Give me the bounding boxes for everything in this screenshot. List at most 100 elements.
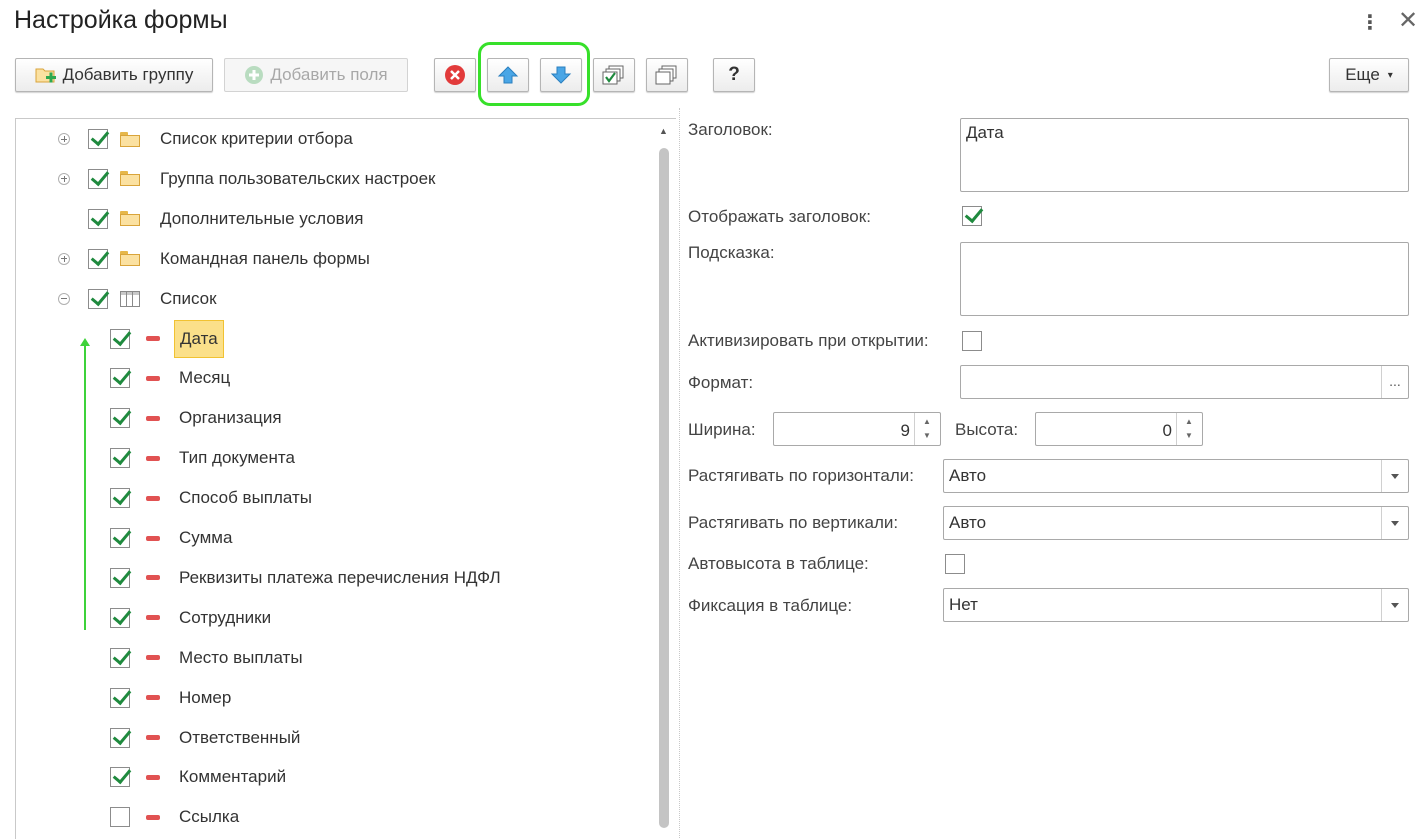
- tree-field-row[interactable]: Способ выплаты: [110, 478, 317, 518]
- group-checkbox[interactable]: [88, 129, 108, 149]
- tree-group-row[interactable]: Список критерии отбора: [58, 119, 353, 159]
- chevron-down-icon: ▾: [1387, 69, 1393, 81]
- group-checkbox[interactable]: [88, 168, 108, 189]
- autoheight-checkbox[interactable]: [945, 554, 965, 574]
- tree-group-label: Дополнительные условия: [160, 208, 364, 228]
- tree-field-row[interactable]: Ответственный: [110, 718, 305, 758]
- field-checkbox[interactable]: [110, 727, 130, 748]
- format-select-button[interactable]: ...: [1381, 366, 1408, 398]
- field-icon: [146, 535, 160, 541]
- field-checkbox[interactable]: [110, 767, 130, 788]
- chevron-down-icon[interactable]: [1381, 460, 1408, 492]
- field-checkbox[interactable]: [110, 687, 130, 708]
- activate-checkbox[interactable]: [962, 331, 982, 351]
- field-icon: [146, 336, 160, 341]
- add-fields-button[interactable]: Добавить поля: [224, 58, 408, 92]
- hint-label: Подсказка:: [688, 243, 775, 262]
- field-checkbox[interactable]: [110, 647, 130, 668]
- width-value: 9: [900, 421, 910, 440]
- width-stepper[interactable]: ▲ ▼: [914, 413, 940, 445]
- group-checkbox[interactable]: [88, 248, 108, 269]
- field-checkbox[interactable]: [110, 607, 130, 628]
- help-button[interactable]: ?: [713, 58, 755, 92]
- expand-icon[interactable]: [58, 133, 70, 145]
- field-checkbox[interactable]: [110, 488, 130, 509]
- fix-label: Фиксация в таблице:: [688, 596, 853, 615]
- add-group-button[interactable]: Добавить группу: [15, 58, 213, 92]
- field-checkbox[interactable]: [110, 567, 130, 588]
- format-field[interactable]: ...: [960, 365, 1409, 399]
- collapse-icon[interactable]: [58, 292, 70, 305]
- fix-select[interactable]: Нет: [943, 588, 1409, 622]
- title-field[interactable]: Дата: [960, 118, 1409, 192]
- close-icon[interactable]: ✕: [1398, 6, 1418, 35]
- delete-icon: [445, 65, 465, 85]
- stretch-v-select[interactable]: Авто: [943, 506, 1409, 540]
- field-icon: [146, 735, 160, 740]
- group-checkbox[interactable]: [88, 288, 108, 309]
- group-checkbox[interactable]: [88, 208, 108, 229]
- scroll-up-icon[interactable]: ▲: [659, 126, 668, 136]
- add-fields-label: Добавить поля: [270, 65, 388, 84]
- hint-field[interactable]: [960, 242, 1409, 316]
- field-checkbox[interactable]: [110, 368, 130, 389]
- tree-group-row[interactable]: Группа пользовательских настроек: [58, 159, 436, 199]
- tree-field-label: Ответственный: [179, 727, 301, 747]
- more-menu-icon[interactable]: ⋮: [1360, 10, 1380, 35]
- width-label: Ширина:: [688, 420, 756, 439]
- height-stepper[interactable]: ▲ ▼: [1176, 413, 1202, 445]
- tree-scrollbar[interactable]: [659, 148, 669, 828]
- title-label: Заголовок:: [688, 120, 773, 139]
- check-all-button[interactable]: [593, 58, 635, 92]
- field-checkbox[interactable]: [110, 448, 130, 469]
- show-title-checkbox[interactable]: [962, 206, 982, 226]
- tree-field-row[interactable]: Ссылка: [110, 797, 244, 837]
- tree-group-label: Список: [160, 288, 217, 308]
- chevron-down-icon[interactable]: [1381, 589, 1408, 621]
- uncheck-all-button[interactable]: [646, 58, 688, 92]
- tree-field-row[interactable]: Комментарий: [110, 757, 291, 797]
- tree-field-row[interactable]: Организация: [110, 398, 287, 438]
- field-checkbox[interactable]: [110, 408, 130, 429]
- tree-group-row[interactable]: Список: [58, 279, 217, 319]
- fix-value: Нет: [949, 595, 978, 614]
- tree-field-row[interactable]: Реквизиты платежа перечисления НДФЛ: [110, 558, 506, 598]
- add-group-label: Добавить группу: [62, 65, 194, 84]
- add-circle-icon: [245, 66, 264, 84]
- field-checkbox[interactable]: [110, 328, 130, 349]
- tree-field-row[interactable]: Сотрудники: [110, 598, 276, 638]
- tree-field-label: Организация: [179, 408, 282, 428]
- activate-label: Активизировать при открытии:: [688, 331, 929, 350]
- height-field[interactable]: 0 ▲ ▼: [1035, 412, 1203, 446]
- tree-field-row[interactable]: Сумма: [110, 518, 237, 558]
- tree-field-row[interactable]: Место выплаты: [110, 638, 308, 678]
- delete-button[interactable]: [434, 58, 476, 92]
- expand-icon[interactable]: [58, 172, 70, 185]
- tree-field-label: Номер: [179, 687, 232, 707]
- height-label: Высота:: [955, 420, 1019, 439]
- more-button[interactable]: Еще ▾: [1329, 58, 1409, 92]
- tree-group-row[interactable]: Дополнительные условия: [58, 199, 363, 239]
- folder-icon: [120, 251, 140, 267]
- field-icon: [146, 415, 160, 421]
- tree-field-label: Ссылка: [179, 807, 240, 827]
- title-value: Дата: [966, 123, 1004, 142]
- folder-icon: [120, 211, 140, 227]
- tree-field-label: Место выплаты: [179, 647, 303, 667]
- stretch-h-select[interactable]: Авто: [943, 459, 1409, 493]
- tree-field-label: Комментарий: [179, 767, 287, 787]
- expand-icon[interactable]: [58, 252, 70, 265]
- tree-field-row[interactable]: Месяц: [110, 358, 235, 398]
- check-all-icon: [602, 65, 624, 85]
- tree-field-row[interactable]: Дата: [110, 319, 224, 359]
- stretch-v-label: Растягивать по вертикали:: [688, 513, 899, 532]
- tree-field-row[interactable]: Тип документа: [110, 438, 300, 478]
- table-icon: [120, 290, 140, 307]
- tree-field-label: Сотрудники: [179, 607, 272, 627]
- width-field[interactable]: 9 ▲ ▼: [773, 412, 941, 446]
- chevron-down-icon[interactable]: [1381, 507, 1408, 539]
- tree-group-row[interactable]: Командная панель формы: [58, 239, 370, 279]
- field-checkbox[interactable]: [110, 807, 130, 828]
- tree-field-row[interactable]: Номер: [110, 678, 236, 718]
- field-checkbox[interactable]: [110, 528, 130, 548]
